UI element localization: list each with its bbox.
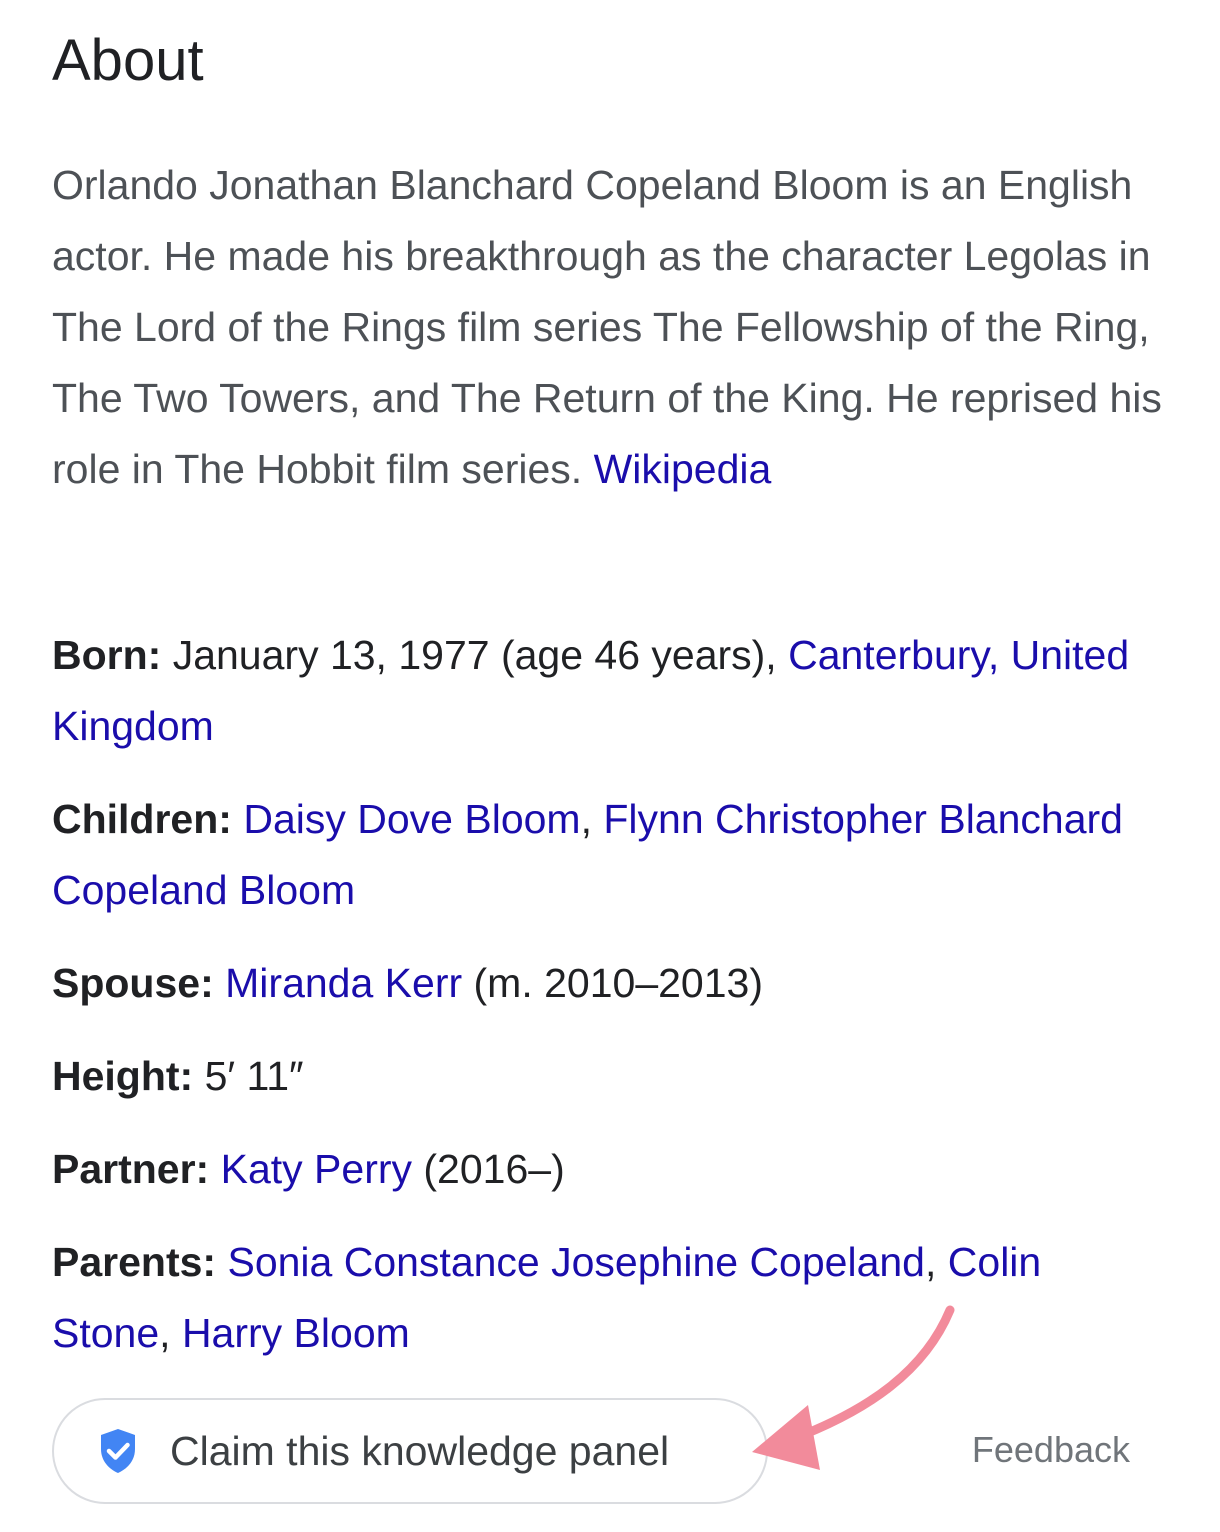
parent-link-sonia[interactable]: Sonia Constance Josephine Copeland xyxy=(227,1239,925,1285)
height-value: 5′ 11″ xyxy=(193,1053,304,1099)
verified-shield-icon xyxy=(98,1427,138,1475)
spouse-link[interactable]: Miranda Kerr xyxy=(225,960,462,1006)
separator: , xyxy=(159,1310,182,1356)
fact-label: Spouse: xyxy=(52,960,214,1006)
fact-partner: Partner: Katy Perry (2016–) xyxy=(52,1134,1162,1205)
feedback-link[interactable]: Feedback xyxy=(972,1428,1130,1472)
fact-label: Born: xyxy=(52,632,162,678)
fact-spouse: Spouse: Miranda Kerr (m. 2010–2013) xyxy=(52,948,1162,1019)
child-link-daisy[interactable]: Daisy Dove Bloom xyxy=(243,796,580,842)
wikipedia-link[interactable]: Wikipedia xyxy=(594,446,772,492)
fact-born: Born: January 13, 1977 (age 46 years), C… xyxy=(52,620,1162,762)
fact-label: Height: xyxy=(52,1053,194,1099)
fact-label: Partner: xyxy=(52,1146,210,1192)
description-text: Orlando Jonathan Blanchard Copeland Bloo… xyxy=(52,162,1162,492)
separator: , xyxy=(924,1239,948,1285)
partner-years: (2016–) xyxy=(412,1146,565,1192)
born-date: January 13, 1977 (age 46 years), xyxy=(161,632,789,678)
fact-label: Parents: xyxy=(52,1239,217,1285)
claim-button-label: Claim this knowledge panel xyxy=(170,1427,670,1474)
separator: , xyxy=(580,796,604,842)
about-heading: About xyxy=(52,28,204,93)
knowledge-panel-about: About Orlando Jonathan Blanchard Copelan… xyxy=(0,0,1220,1532)
fact-children: Children: Daisy Dove Bloom, Flynn Christ… xyxy=(52,784,1162,926)
fact-label: Children: xyxy=(52,796,232,842)
fact-parents: Parents: Sonia Constance Josephine Copel… xyxy=(52,1227,1162,1369)
about-description: Orlando Jonathan Blanchard Copeland Bloo… xyxy=(52,150,1162,505)
claim-knowledge-panel-button[interactable]: Claim this knowledge panel xyxy=(52,1398,768,1504)
spouse-years: (m. 2010–2013) xyxy=(462,960,763,1006)
partner-link[interactable]: Katy Perry xyxy=(221,1146,412,1192)
parent-link-harry[interactable]: Harry Bloom xyxy=(182,1310,410,1356)
fact-height: Height: 5′ 11″ xyxy=(52,1041,1162,1112)
